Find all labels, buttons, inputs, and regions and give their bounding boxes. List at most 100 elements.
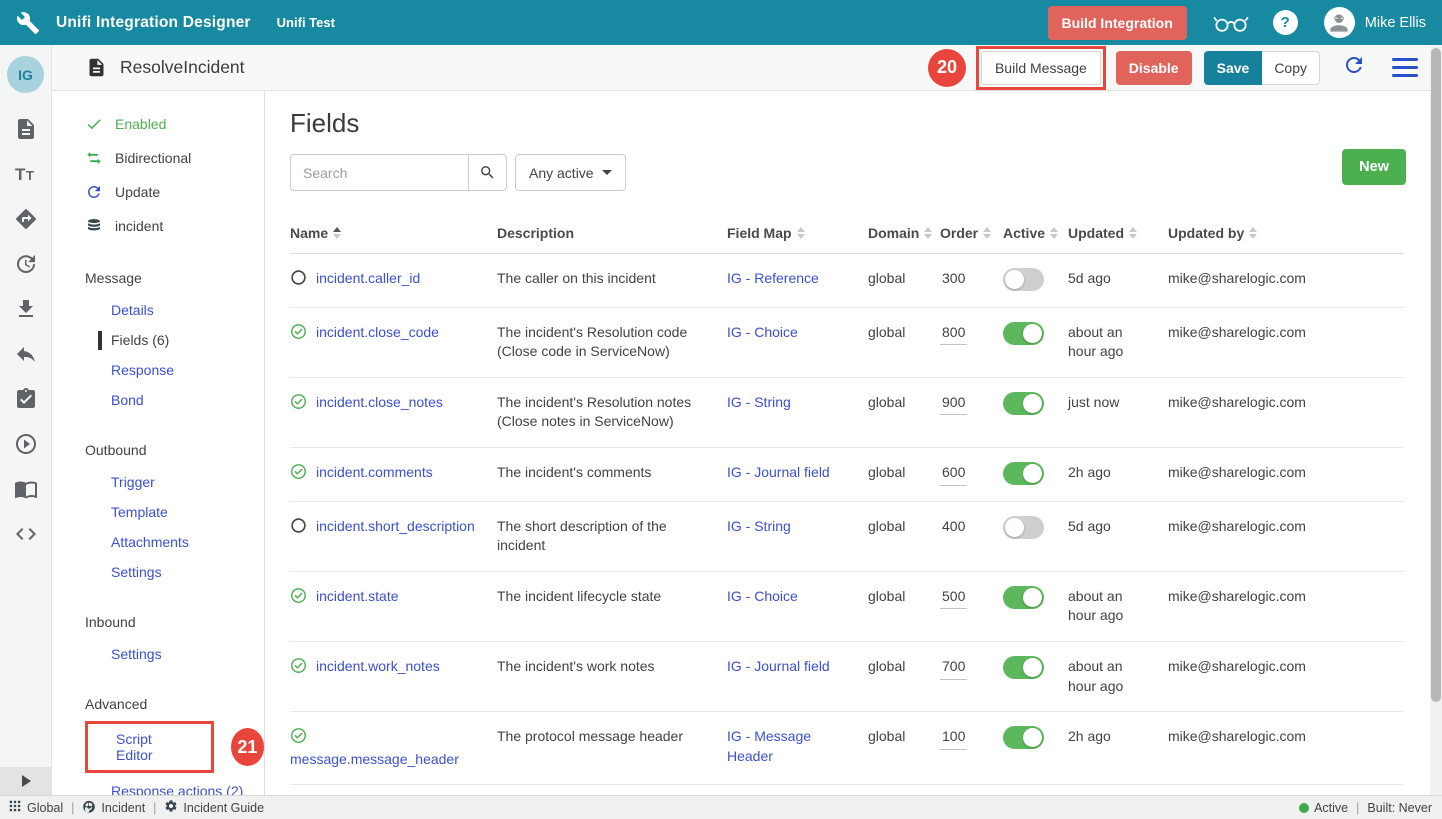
code-icon[interactable] <box>14 522 38 546</box>
sidebar-status-label: Update <box>115 184 160 200</box>
sidebar-item-details[interactable]: Details <box>85 295 264 325</box>
field-domain: global <box>868 587 940 607</box>
field-name-link[interactable]: incident.comments <box>316 464 433 480</box>
field-map-link[interactable]: IG - String <box>727 518 791 534</box>
field-map-link[interactable]: IG - String <box>727 394 791 410</box>
sidebar-item-settings[interactable]: Settings <box>85 639 264 669</box>
column-label: Order <box>940 225 978 241</box>
order-value[interactable]: 500 <box>940 587 967 610</box>
field-active-check-icon <box>290 323 307 346</box>
column-header-name[interactable]: Name <box>290 225 497 241</box>
statusbar-item-incident[interactable]: Incident <box>82 799 145 816</box>
sort-icon[interactable] <box>1050 227 1058 239</box>
active-toggle[interactable] <box>1003 462 1044 485</box>
search-button[interactable] <box>468 154 507 191</box>
field-map-link[interactable]: IG - Journal field <box>727 464 830 480</box>
column-header-updated-by[interactable]: Updated by <box>1168 225 1404 241</box>
sort-icon[interactable] <box>797 227 805 239</box>
sort-icon[interactable] <box>983 227 991 239</box>
save-button[interactable]: Save <box>1204 51 1263 85</box>
order-value[interactable]: 700 <box>940 657 967 680</box>
search-input[interactable] <box>290 154 468 191</box>
build-message-button[interactable]: Build Message <box>981 51 1101 85</box>
sidebar-status-bidirectional: Bidirectional <box>85 141 264 175</box>
sidebar-item-script-editor[interactable]: Script Editor <box>90 725 209 769</box>
app-title: Unifi Integration Designer <box>56 14 251 32</box>
field-name-link[interactable]: incident.caller_id <box>316 270 420 286</box>
field-map-link[interactable]: IG - Reference <box>727 270 819 286</box>
order-value[interactable]: 800 <box>940 323 967 346</box>
copy-button[interactable]: Copy <box>1262 51 1320 85</box>
active-toggle[interactable] <box>1003 268 1044 291</box>
user-name[interactable]: Mike Ellis <box>1365 15 1426 31</box>
column-header-order[interactable]: Order <box>940 225 1003 241</box>
typography-icon[interactable]: TT <box>14 162 38 186</box>
task-icon[interactable] <box>14 387 38 411</box>
statusbar-item-incident-guide[interactable]: Incident Guide <box>164 799 264 816</box>
sidebar-item-template[interactable]: Template <box>85 497 264 527</box>
gear-icon <box>164 799 183 816</box>
sidebar-item-attachments[interactable]: Attachments <box>85 527 264 557</box>
active-filter-dropdown[interactable]: Any active <box>515 154 626 191</box>
column-header-active[interactable]: Active <box>1003 225 1068 241</box>
sidebar-item-fields-6[interactable]: Fields (6) <box>85 325 264 355</box>
build-integration-button[interactable]: Build Integration <box>1048 6 1187 40</box>
active-toggle[interactable] <box>1003 322 1044 345</box>
field-name-link[interactable]: incident.close_notes <box>316 394 443 410</box>
order-value[interactable]: 100 <box>940 727 967 750</box>
sidebar-item-response-actions-2[interactable]: Response actions (2) <box>85 776 264 795</box>
statusbar-separator: | <box>71 801 74 815</box>
workspace-name[interactable]: Unifi Test <box>277 15 335 30</box>
refresh-icon[interactable] <box>1342 53 1366 82</box>
rail-expand-button[interactable] <box>0 767 52 795</box>
active-toggle[interactable] <box>1003 726 1044 749</box>
new-field-button[interactable]: New <box>1342 149 1406 185</box>
sidebar-item-settings[interactable]: Settings <box>85 557 264 587</box>
statusbar-item-global[interactable]: Global <box>8 799 63 816</box>
integration-avatar[interactable]: IG <box>7 56 44 93</box>
sidebar-item-bond[interactable]: Bond <box>85 385 264 415</box>
sort-icon[interactable] <box>1129 227 1137 239</box>
field-description: The incident's Resolution code (Close co… <box>497 323 727 362</box>
help-icon[interactable]: ? <box>1273 10 1298 35</box>
active-toggle[interactable] <box>1003 392 1044 415</box>
sort-icon[interactable] <box>1249 227 1257 239</box>
reply-icon[interactable] <box>14 342 38 366</box>
field-name-link[interactable]: incident.close_code <box>316 324 439 340</box>
book-icon[interactable] <box>14 477 38 501</box>
sidebar-item-trigger[interactable]: Trigger <box>85 467 264 497</box>
column-header-domain[interactable]: Domain <box>868 225 940 241</box>
field-map-link[interactable]: IG - Journal field <box>727 658 830 674</box>
preview-glasses-icon[interactable] <box>1213 12 1249 34</box>
column-header-description[interactable]: Description <box>497 225 727 241</box>
user-avatar[interactable] <box>1324 7 1355 38</box>
field-domain: global <box>868 463 940 483</box>
active-toggle[interactable] <box>1003 586 1044 609</box>
send-icon[interactable] <box>14 207 38 231</box>
sort-icon[interactable] <box>333 227 341 239</box>
active-toggle[interactable] <box>1003 516 1044 539</box>
column-header-updated[interactable]: Updated <box>1068 225 1168 241</box>
sidebar-item-response[interactable]: Response <box>85 355 264 385</box>
column-header-field-map[interactable]: Field Map <box>727 225 868 241</box>
scrollbar-thumb[interactable] <box>1431 48 1441 702</box>
disable-button[interactable]: Disable <box>1116 51 1192 85</box>
order-value[interactable]: 900 <box>940 393 967 416</box>
download-icon[interactable] <box>14 297 38 321</box>
play-icon[interactable] <box>14 432 38 456</box>
active-toggle[interactable] <box>1003 656 1044 679</box>
field-name-link[interactable]: message.message_header <box>290 751 459 767</box>
field-map-link[interactable]: IG - Choice <box>727 588 798 604</box>
menu-icon[interactable] <box>1392 56 1418 80</box>
vertical-scrollbar[interactable] <box>1430 46 1442 795</box>
sort-icon[interactable] <box>924 227 932 239</box>
document-icon[interactable] <box>14 117 38 141</box>
field-name-link[interactable]: incident.state <box>316 588 399 604</box>
order-value[interactable]: 600 <box>940 463 967 486</box>
field-domain: global <box>868 323 940 343</box>
field-map-link[interactable]: IG - Choice <box>727 324 798 340</box>
field-name-link[interactable]: incident.short_description <box>316 518 475 534</box>
field-map-link[interactable]: IG - Message Header <box>727 728 811 764</box>
field-name-link[interactable]: incident.work_notes <box>316 658 440 674</box>
history-icon[interactable] <box>14 252 38 276</box>
